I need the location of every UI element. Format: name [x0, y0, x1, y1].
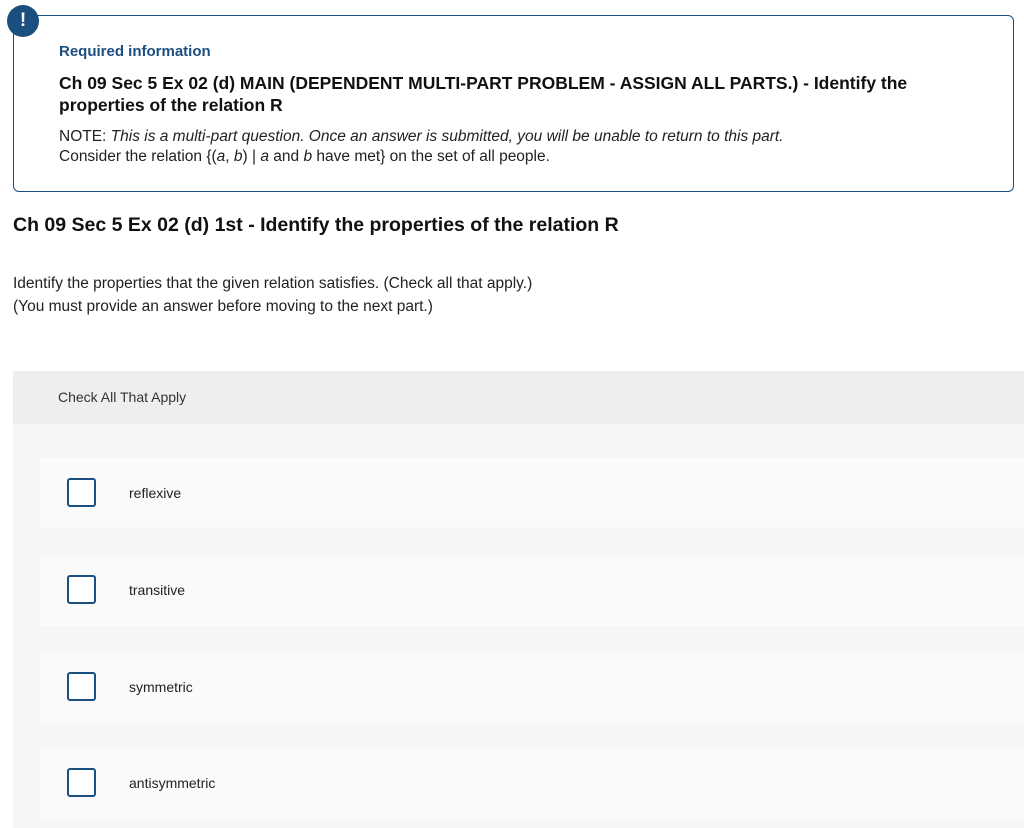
- relation-var-a: a: [216, 148, 226, 165]
- required-information-label: Required information: [59, 43, 211, 60]
- instructions-line-2: (You must provide an answer before movin…: [13, 298, 433, 315]
- option-antisymmetric[interactable]: antisymmetric: [40, 748, 1024, 819]
- option-reflexive[interactable]: reflexive: [40, 458, 1024, 529]
- relation-prefix: Consider the relation {(: [59, 148, 217, 165]
- note-text: This is a multi-part question. Once an a…: [110, 128, 784, 145]
- checkbox[interactable]: [67, 575, 96, 604]
- checkbox[interactable]: [67, 768, 96, 797]
- relation-suffix: have met} on the set of all people.: [312, 148, 550, 165]
- required-information-title: Ch 09 Sec 5 Ex 02 (d) MAIN (DEPENDENT MU…: [59, 73, 908, 115]
- option-label: symmetric: [129, 679, 193, 695]
- page: ! Required information Ch 09 Sec 5 Ex 02…: [0, 0, 1024, 828]
- required-information-note: NOTE: This is a multi-part question. Onc…: [59, 127, 784, 167]
- relation-var-b2: b: [303, 148, 313, 165]
- checkbox[interactable]: [67, 478, 96, 507]
- option-transitive[interactable]: transitive: [40, 555, 1024, 626]
- relation-mid: ) |: [242, 148, 261, 165]
- check-all-header: Check All That Apply: [13, 371, 1024, 424]
- option-label: reflexive: [129, 485, 182, 501]
- relation-var-a2: a: [260, 148, 269, 165]
- instructions-line-1: Identify the properties that the given r…: [13, 275, 533, 292]
- relation-and: and: [268, 148, 304, 165]
- note-line: NOTE: This is a multi-part question. Onc…: [59, 127, 784, 147]
- part-title: Ch 09 Sec 5 Ex 02 (d) 1st - Identify the…: [13, 214, 619, 236]
- instructions: Identify the properties that the given r…: [13, 272, 532, 318]
- alert-icon: !: [7, 5, 39, 37]
- relation-var-b: b: [233, 148, 243, 165]
- option-symmetric[interactable]: symmetric: [40, 652, 1024, 723]
- option-label: transitive: [129, 582, 186, 598]
- relation-line: Consider the relation {(a, b) | a and b …: [59, 147, 784, 167]
- relation-comma: ,: [225, 148, 234, 165]
- option-label: antisymmetric: [129, 775, 216, 791]
- checkbox[interactable]: [67, 672, 96, 701]
- check-all-that-apply-panel: Check All That Apply reflexive transitiv…: [13, 371, 1024, 828]
- note-prefix: NOTE:: [59, 128, 111, 145]
